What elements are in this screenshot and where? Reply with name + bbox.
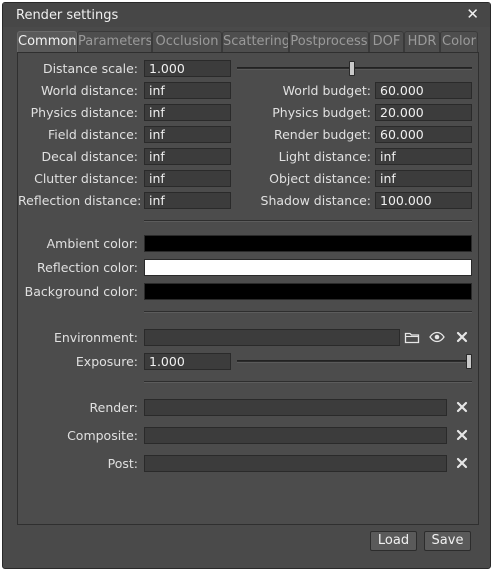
- physics-distance-label: Physics distance:: [30, 105, 138, 120]
- environment-field[interactable]: [144, 329, 400, 346]
- tab-occlusion[interactable]: Occlusion: [152, 31, 222, 53]
- load-button[interactable]: Load: [370, 531, 417, 551]
- shadow-distance-label: Shadow distance:: [260, 193, 371, 208]
- world-budget-field[interactable]: 60.000: [375, 82, 472, 99]
- clutter-distance-label: Clutter distance:: [34, 171, 138, 186]
- shadow-distance-field[interactable]: 100.000: [375, 192, 472, 209]
- decal-distance-label: Decal distance:: [41, 149, 138, 164]
- exposure-field[interactable]: 1.000: [144, 353, 231, 370]
- window-title: Render settings: [16, 8, 119, 23]
- world-distance-label: World distance:: [41, 83, 138, 98]
- physics-budget-field[interactable]: 20.000: [375, 104, 472, 121]
- render-material-label: Render:: [89, 400, 139, 415]
- eye-icon[interactable]: [429, 329, 445, 345]
- decal-distance-field[interactable]: inf: [144, 148, 231, 165]
- save-button[interactable]: Save: [424, 531, 471, 551]
- reflection-distance-field[interactable]: inf: [144, 192, 231, 209]
- world-distance-field[interactable]: inf: [144, 82, 231, 99]
- tab-postprocess[interactable]: Postprocess: [289, 31, 369, 53]
- exposure-label: Exposure:: [75, 354, 138, 369]
- environment-label: Environment:: [53, 330, 138, 345]
- distance-scale-slider-thumb[interactable]: [349, 61, 356, 76]
- post-material-field[interactable]: [144, 455, 447, 472]
- reflection-color-label: Reflection color:: [37, 260, 138, 275]
- render-material-field[interactable]: [144, 399, 447, 416]
- light-distance-field[interactable]: inf: [375, 148, 472, 165]
- composite-material-field[interactable]: [144, 427, 447, 444]
- clear-icon[interactable]: [454, 329, 470, 345]
- clear-icon[interactable]: [454, 455, 470, 471]
- folder-icon[interactable]: [404, 329, 420, 345]
- world-budget-label: World budget:: [282, 83, 371, 98]
- post-material-label: Post:: [107, 456, 138, 471]
- composite-material-label: Composite:: [67, 428, 138, 443]
- physics-distance-field[interactable]: inf: [144, 104, 231, 121]
- tab-parameters[interactable]: Parameters: [77, 31, 152, 53]
- separator: [144, 311, 472, 313]
- tab-color[interactable]: Color: [440, 31, 478, 53]
- field-distance-label: Field distance:: [47, 127, 138, 142]
- reflection-distance-label: Reflection distance:: [18, 193, 142, 208]
- render-budget-label: Render budget:: [273, 127, 371, 142]
- separator: [144, 220, 472, 222]
- background-color-label: Background color:: [24, 284, 138, 299]
- distance-scale-field[interactable]: 1.000: [144, 60, 231, 77]
- tab-bar: Common Parameters Occlusion Scattering P…: [17, 31, 478, 53]
- ambient-color-label: Ambient color:: [46, 236, 138, 251]
- ambient-color-swatch[interactable]: [144, 235, 472, 252]
- title-bar[interactable]: Render settings ✕: [3, 3, 490, 27]
- render-budget-field[interactable]: 60.000: [375, 126, 472, 143]
- tab-scattering[interactable]: Scattering: [222, 31, 289, 53]
- render-settings-window: Render settings ✕ Common Parameters Occl…: [2, 2, 491, 569]
- object-distance-label: Object distance:: [269, 171, 371, 186]
- close-icon[interactable]: ✕: [466, 6, 479, 22]
- physics-budget-label: Physics budget:: [272, 105, 371, 120]
- field-distance-field[interactable]: inf: [144, 126, 231, 143]
- tab-hdr[interactable]: HDR: [404, 31, 440, 53]
- object-distance-field[interactable]: inf: [375, 170, 472, 187]
- separator: [144, 381, 472, 383]
- background-color-swatch[interactable]: [144, 283, 472, 300]
- light-distance-label: Light distance:: [278, 149, 371, 164]
- clutter-distance-field[interactable]: inf: [144, 170, 231, 187]
- tab-common[interactable]: Common: [17, 31, 77, 53]
- clear-icon[interactable]: [454, 427, 470, 443]
- common-panel: Distance scale: 1.000 World distance: in…: [17, 52, 479, 525]
- distance-scale-label: Distance scale:: [42, 61, 138, 76]
- clear-icon[interactable]: [454, 399, 470, 415]
- exposure-slider-thumb[interactable]: [466, 354, 472, 369]
- reflection-color-swatch[interactable]: [144, 259, 472, 276]
- tab-dof[interactable]: DOF: [369, 31, 404, 53]
- exposure-slider[interactable]: [237, 360, 472, 363]
